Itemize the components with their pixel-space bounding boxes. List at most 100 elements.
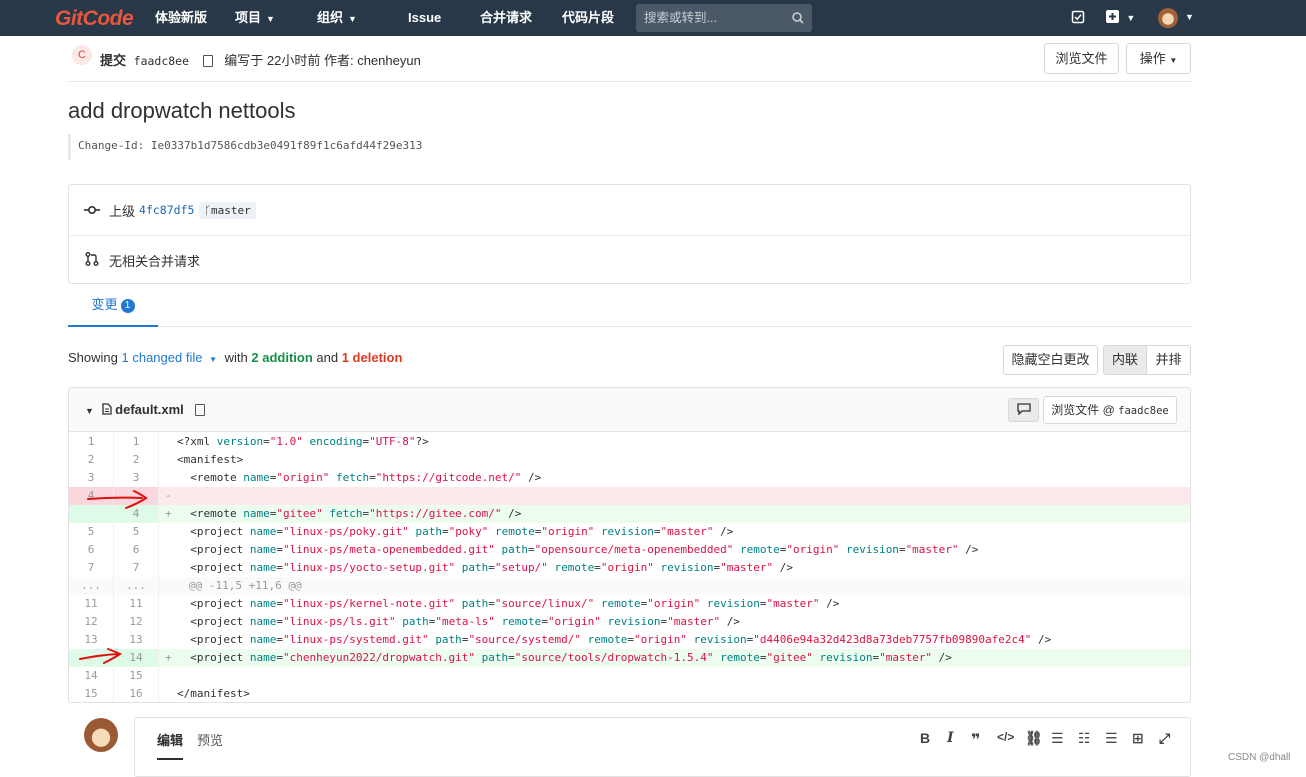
diff-line: 77 <project name="linux-ps/yocto-setup.g… [69, 559, 1190, 577]
new-line-number[interactable]: 1 [114, 433, 159, 451]
diff-line: 33 <remote name="origin" fetch="https://… [69, 469, 1190, 487]
new-line-number[interactable]: 14 [114, 649, 159, 667]
copy-icon[interactable] [202, 55, 213, 67]
new-line-number[interactable]: 11 [114, 595, 159, 613]
diff-line: ...... @@ -11,5 +11,6 @@ [69, 577, 1190, 595]
new-line-number[interactable] [114, 487, 159, 505]
diff-code-text: <?xml version="1.0" encoding="UTF-8"?> [177, 435, 429, 448]
italic-icon[interactable]: I [947, 730, 954, 746]
old-line-number[interactable]: 14 [69, 667, 114, 685]
new-line-number[interactable]: 3 [114, 469, 159, 487]
new-line-number[interactable]: 2 [114, 451, 159, 469]
old-line-number[interactable]: 4 [69, 487, 114, 505]
old-line-number[interactable]: 2 [69, 451, 114, 469]
diff-code-text: <project name="linux-ps/poky.git" path="… [177, 525, 734, 538]
commit-author-time: 编写于 22小时前 作者: chenheyun [224, 53, 421, 68]
nav-groups[interactable]: 组织 ▼ [317, 0, 357, 36]
diff-line: 14 + <project name="chenheyun2022/dropwat… [69, 649, 1190, 667]
commit-sha: faadc8ee [133, 54, 190, 68]
diff-line: 12 12 <project name="linux-ps/ls.git" pat… [69, 613, 1190, 631]
new-line-number[interactable]: 5 [114, 523, 159, 541]
todo-icon[interactable] [1071, 10, 1085, 24]
old-line-number[interactable]: 5 [69, 523, 114, 541]
diff-code-text: <project name="chenheyun2022/dropwatch.g… [177, 651, 952, 664]
tab-preview[interactable]: 预览 [197, 730, 223, 749]
old-line-number[interactable]: 6 [69, 541, 114, 559]
new-item-dropdown[interactable]: ▼ [1106, 10, 1135, 26]
diff-line-code: <?xml version="1.0" encoding="UTF-8"?> [165, 433, 429, 451]
tab-edit[interactable]: 编辑 [157, 730, 184, 760]
diff-code-text: <project name="linux-ps/yocto-setup.git"… [177, 561, 793, 574]
old-line-number[interactable]: 11 [69, 595, 114, 613]
copy-icon[interactable] [195, 404, 206, 416]
branch-badge[interactable]: ᚴmaster [199, 201, 256, 219]
hide-whitespace-button[interactable]: 隐藏空白更改 [1003, 345, 1098, 375]
nav-projects[interactable]: 项目 ▼ [235, 0, 275, 36]
bullet-list-icon[interactable]: ☰ [1051, 730, 1064, 747]
comment-toggle-button[interactable] [1008, 398, 1039, 422]
new-line-number[interactable]: 7 [114, 559, 159, 577]
commit-description: Change-Id: Ie0337b1d7586cdb3e0491f89f1c6… [68, 134, 422, 160]
old-line-number[interactable]: 13 [69, 631, 114, 649]
gitcode-logo[interactable]: GitCode [55, 7, 134, 31]
old-line-number[interactable]: 15 [69, 685, 114, 702]
diff-line: 15 16 </manifest> [69, 685, 1190, 702]
chevron-down-icon: ▼ [1126, 13, 1136, 23]
comment-editor: 编辑 预览 B I ❞ </> ⛓ ☰ ☷ ☰ ⊞ ⤢ [134, 717, 1191, 777]
old-line-number[interactable]: 12 [69, 613, 114, 631]
old-line-number[interactable] [69, 649, 114, 667]
task-list-icon[interactable]: ☰ [1105, 730, 1118, 747]
view-file-button[interactable]: 浏览文件 @ faadc8ee [1043, 396, 1177, 424]
diff-lines: 11 <?xml version="1.0" encoding="UTF-8"?… [69, 433, 1190, 702]
new-line-number[interactable]: 13 [114, 631, 159, 649]
side-by-side-button[interactable]: 并排 [1146, 345, 1191, 375]
tab-changes[interactable]: 变更 1 [68, 286, 158, 327]
user-avatar[interactable] [1158, 8, 1178, 28]
nav-merge-requests[interactable]: 合并请求 [480, 0, 532, 36]
diff-line: 14 15 [69, 667, 1190, 685]
file-icon [101, 403, 112, 415]
chevron-down-icon: ▼ [1169, 56, 1178, 65]
diff-sign [165, 541, 177, 559]
diff-sign [165, 685, 177, 702]
new-line-number[interactable]: 12 [114, 613, 159, 631]
author-avatar[interactable]: C [72, 45, 92, 65]
code-icon[interactable]: </> [997, 730, 1014, 744]
collapse-chevron-icon[interactable]: ▼ [85, 406, 94, 416]
search-icon [792, 12, 804, 24]
fullscreen-icon[interactable]: ⤢ [1159, 730, 1170, 747]
numbered-list-icon[interactable]: ☷ [1078, 730, 1091, 747]
old-line-number[interactable]: 3 [69, 469, 114, 487]
diff-sign: + [165, 651, 172, 664]
new-line-number[interactable]: 4 [114, 505, 159, 523]
search-input[interactable]: 搜索或转到... [636, 4, 812, 32]
diff-line: 4 + <remote name="gitee" fetch="https://g… [69, 505, 1190, 523]
commit-tabs: 变更 1 [68, 286, 1191, 327]
file-title[interactable]: ▼ default.xml [85, 402, 213, 417]
link-icon[interactable]: ⛓ [1025, 730, 1043, 747]
new-line-number[interactable]: 16 [114, 685, 159, 702]
chevron-down-icon[interactable]: ▼ [1185, 12, 1194, 22]
current-user-avatar[interactable] [84, 718, 118, 752]
new-line-number[interactable]: 6 [114, 541, 159, 559]
parent-sha-link[interactable]: 4fc87df5 [139, 203, 194, 217]
old-line-number[interactable]: 1 [69, 433, 114, 451]
browse-files-button[interactable]: 浏览文件 [1044, 43, 1119, 74]
diff-line-code: @@ -11,5 +11,6 @@ [177, 577, 302, 595]
bold-icon[interactable]: B [920, 730, 930, 746]
old-line-number[interactable]: 7 [69, 559, 114, 577]
inline-view-button[interactable]: 内联 [1103, 345, 1147, 375]
old-line-number[interactable] [69, 505, 114, 523]
changed-files-dropdown[interactable]: 1 changed file ▼ [122, 350, 218, 365]
commit-info-box: 上级 4fc87df5 ᚴmaster 无相关合并请求 [68, 184, 1191, 284]
table-icon[interactable]: ⊞ [1132, 730, 1144, 747]
nav-snippets[interactable]: 代码片段 [562, 0, 614, 36]
nav-new-version[interactable]: 体验新版 [155, 0, 207, 36]
new-line-number[interactable]: 15 [114, 667, 159, 685]
actions-dropdown[interactable]: 操作 ▼ [1126, 43, 1191, 74]
nav-issues[interactable]: Issue [408, 0, 441, 36]
old-line-number[interactable]: ... [69, 577, 114, 595]
merge-request-text: 无相关合并请求 [109, 254, 201, 269]
new-line-number[interactable]: ... [114, 577, 159, 595]
quote-icon[interactable]: ❞ [971, 730, 980, 750]
